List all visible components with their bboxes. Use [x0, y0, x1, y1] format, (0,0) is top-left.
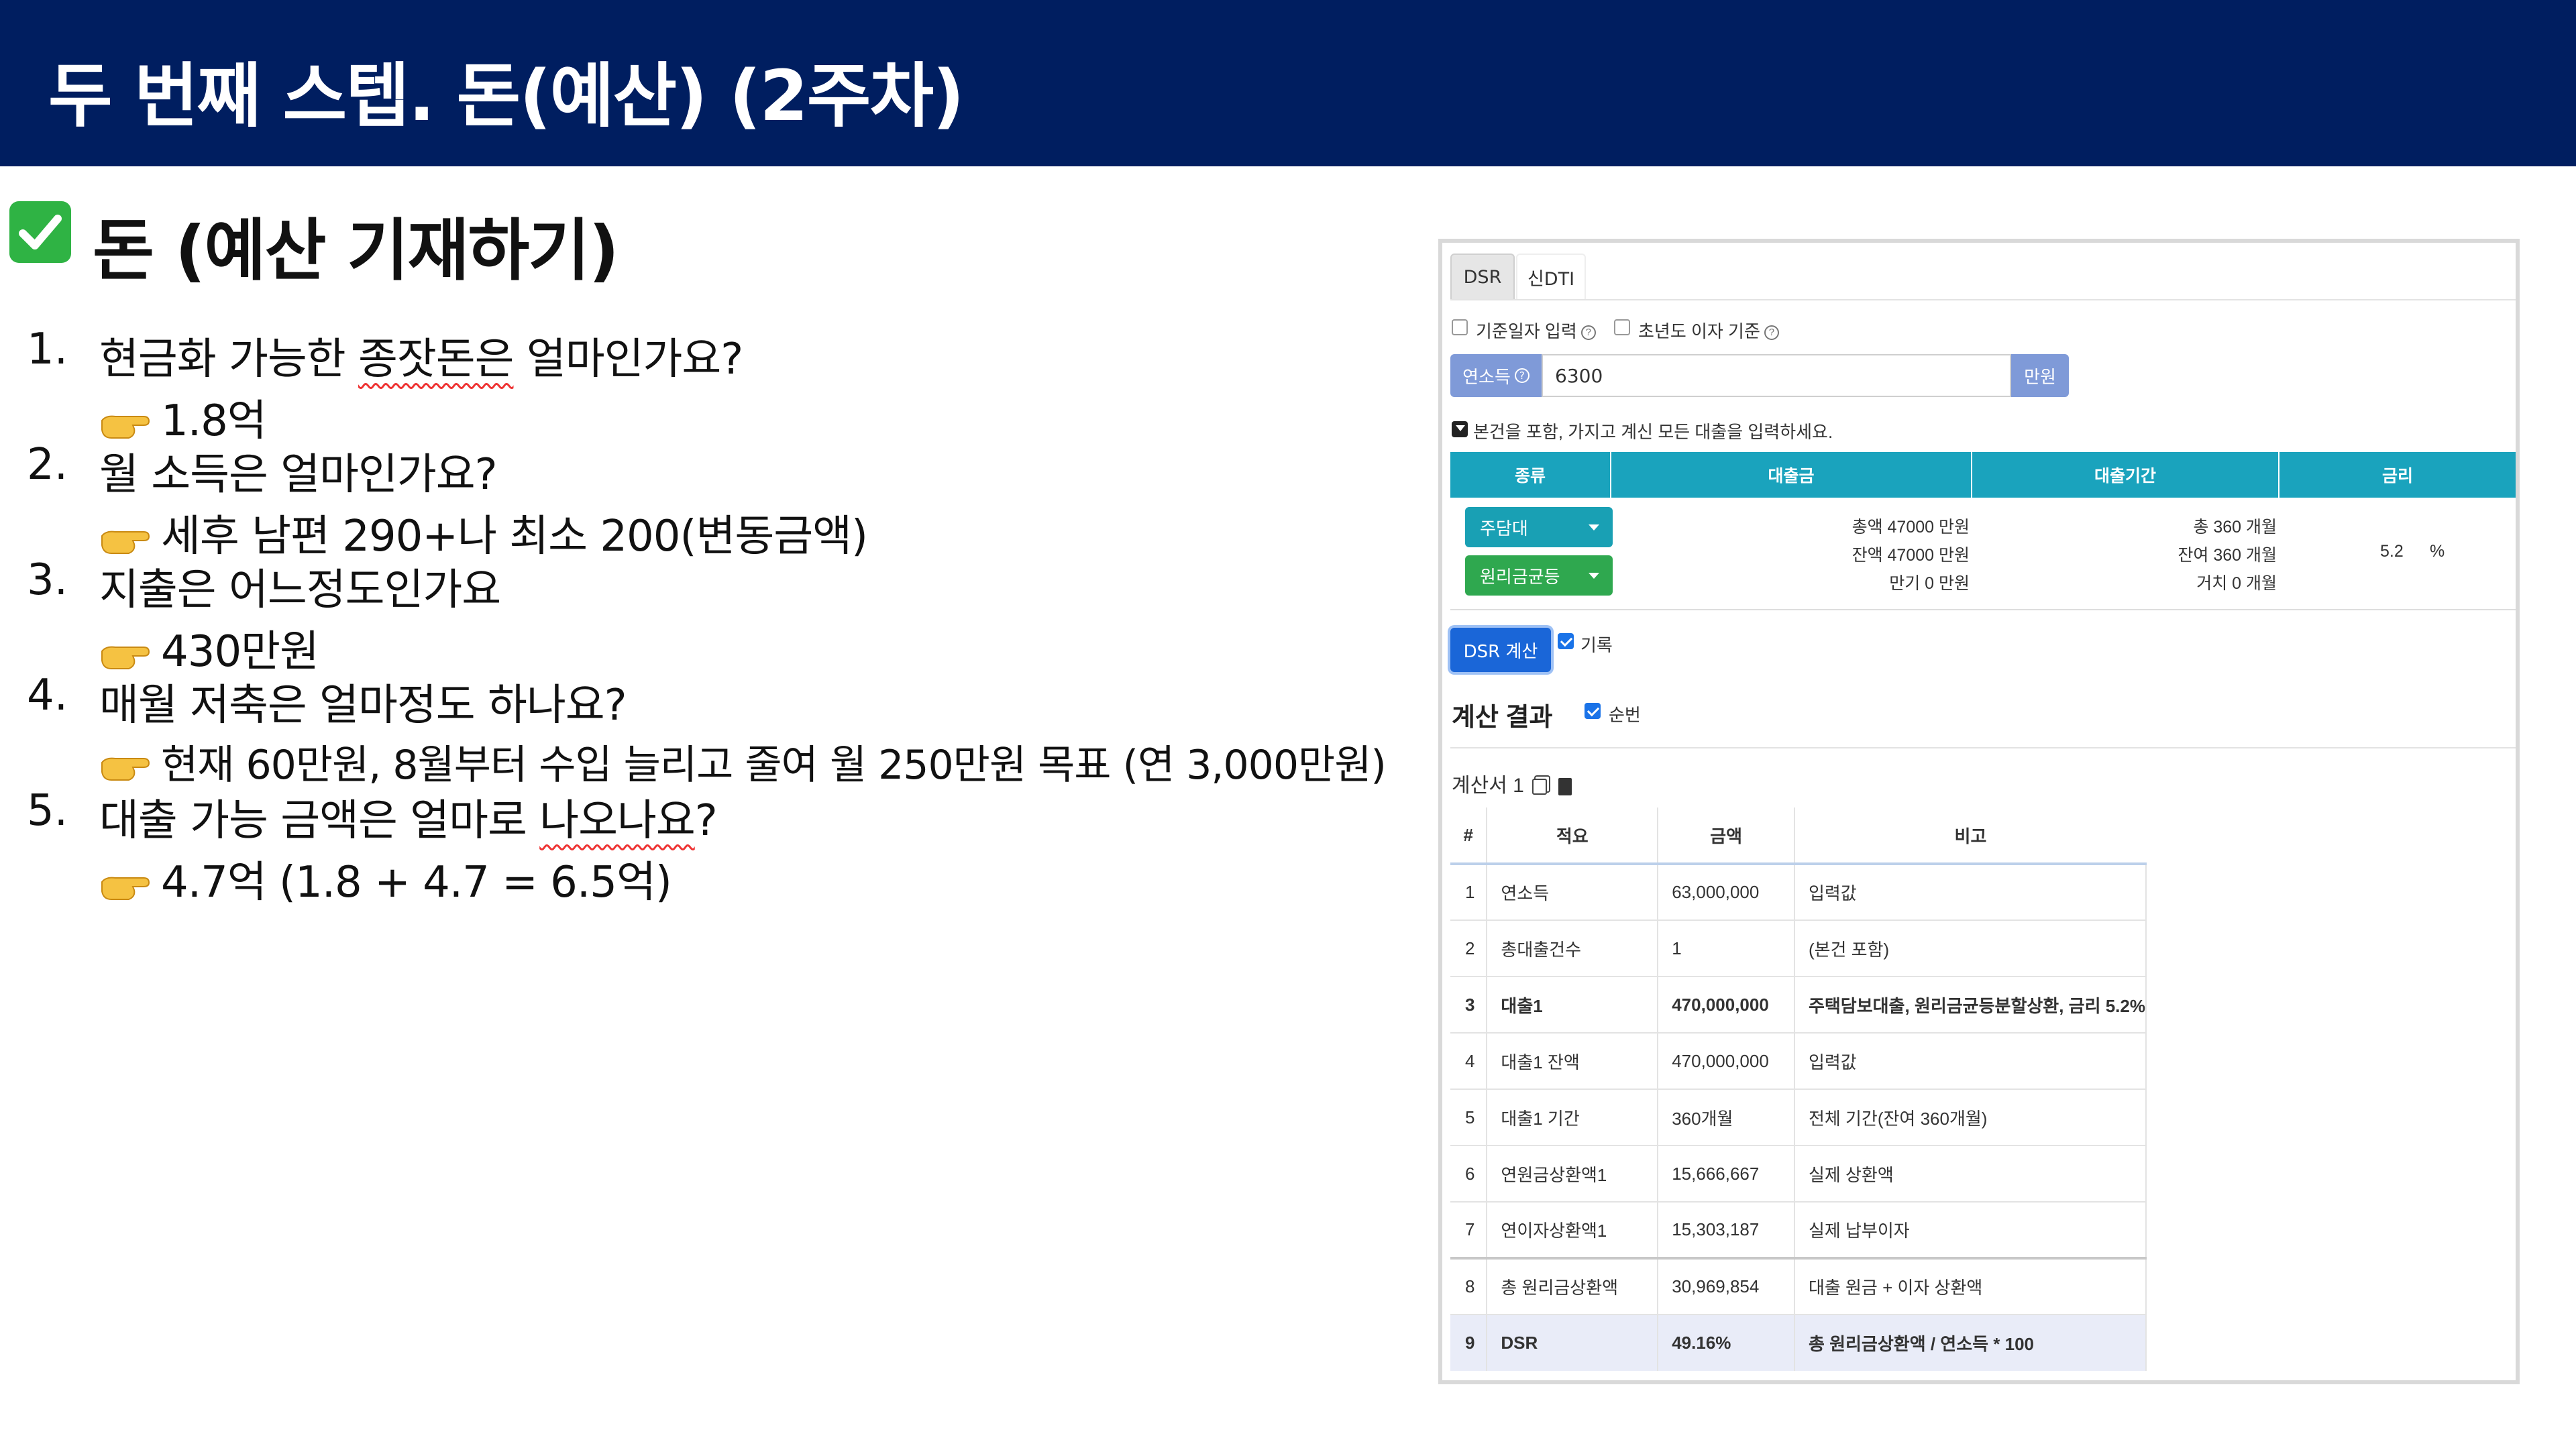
- chevron-down-icon: [1589, 524, 1599, 531]
- loan-notice: 본건을 포함, 가지고 계신 모든 대출을 입력하세요.: [1473, 422, 1833, 442]
- sheet-label: 계산서 1: [1452, 769, 1572, 798]
- result-col-amount: 금액: [1658, 807, 1795, 865]
- table-row: 5 대출1 기간 360개월 전체 기간(잔여 360개월): [1450, 1089, 2147, 1146]
- pointing-hand-icon: [99, 517, 150, 555]
- first-year-interest-label: 초년도 이자 기준?: [1638, 318, 1779, 343]
- spellcheck-underline: 나오나요: [539, 796, 696, 846]
- order-label: 순번: [1609, 705, 1641, 725]
- first-year-interest-checkbox[interactable]: [1614, 319, 1630, 335]
- answer-row: 1.8억: [99, 386, 267, 448]
- order-checkbox[interactable]: [1585, 703, 1601, 719]
- loan-col-period: 대출기간: [1972, 452, 2279, 498]
- amount-total[interactable]: 총액 47000 만원: [1852, 514, 1970, 538]
- question-text: 매월 저축은 얼마정도 하나요?: [99, 681, 627, 730]
- base-date-checkbox[interactable]: [1452, 319, 1468, 335]
- question-number: 4.: [27, 671, 68, 720]
- chevron-down-icon: [1589, 573, 1599, 579]
- amount-maturity[interactable]: 만기 0 만원: [1889, 570, 1970, 594]
- answer-row: 세후 남편 290+나 최소 200(변동금액): [99, 502, 868, 563]
- page-title: 두 번째 스텝. 돈(예산) (2주차): [48, 55, 965, 137]
- tab-divider: [1450, 299, 2516, 300]
- loan-col-type: 종류: [1450, 452, 1611, 498]
- income-input[interactable]: 6300: [1542, 354, 2011, 397]
- result-col-num: #: [1450, 807, 1488, 865]
- amount-remain[interactable]: 잔액 47000 만원: [1852, 542, 1970, 566]
- document-icon[interactable]: [1558, 778, 1572, 796]
- tab-dsr[interactable]: DSR: [1450, 254, 1515, 299]
- question-number: 3.: [27, 555, 68, 605]
- loan-col-rate: 금리: [2279, 452, 2516, 498]
- table-row: 7 연이자상환액1 15,303,187 실제 납부이자: [1450, 1201, 2147, 1258]
- question-text: 월 소득은 얼마인가요?: [99, 450, 498, 500]
- record-label: 기록: [1580, 635, 1613, 655]
- answer-row: 4.7억 (1.8 + 4.7 = 6.5억): [99, 848, 672, 909]
- question-text: 대출 가능 금액은 얼마로 나오나요?: [99, 796, 718, 846]
- result-col-note: 비고: [1794, 807, 2146, 865]
- table-row: 2 총대출건수 1 (본건 포함): [1450, 919, 2147, 977]
- question-number: 5.: [27, 786, 68, 836]
- result-title: 계산 결과: [1452, 704, 1553, 732]
- table-row: 1 연소득 63,000,000 입력값: [1450, 863, 2147, 920]
- help-icon: ?: [1764, 325, 1779, 341]
- income-label: 연소득?: [1450, 354, 1542, 397]
- answer-row: 현재 60만원, 8월부터 수입 늘리고 줄여 월 250만원 목표 (연 3,…: [99, 732, 1387, 791]
- loan-type-dropdown[interactable]: 주담대: [1465, 507, 1613, 547]
- base-date-label: 기준일자 입력?: [1476, 318, 1596, 343]
- question-number: 1.: [27, 325, 68, 374]
- spellcheck-underline: 종잣돈은: [358, 335, 515, 384]
- question-number: 2.: [27, 440, 68, 490]
- question-text: 지출은 어느정도인가요: [99, 565, 501, 615]
- help-icon: ?: [1580, 325, 1596, 341]
- result-divider: [1450, 747, 2516, 748]
- question-text: 현금화 가능한 종잣돈은 얼마인가요?: [99, 335, 743, 384]
- table-row-dsr: 9 DSR 49.16% 총 원리금상환액 / 연소득 * 100: [1450, 1314, 2147, 1371]
- header-banner: 두 번째 스텝. 돈(예산) (2주차): [0, 0, 2576, 166]
- help-icon: ?: [1514, 368, 1529, 383]
- repayment-dropdown[interactable]: 원리금균등: [1465, 555, 1613, 596]
- period-grace[interactable]: 거치 0 개월: [2196, 570, 2277, 594]
- loan-row: 주담대 원리금균등 총액 47000 만원 잔액 47000 만원 만기 0 만…: [1450, 498, 2516, 610]
- record-checkbox[interactable]: [1558, 633, 1574, 649]
- rate-unit: %: [2430, 542, 2445, 561]
- dsr-calculator-screenshot: DSR 신DTI 기준일자 입력? 초년도 이자 기준? 연소득? 6300 만…: [1438, 239, 2520, 1384]
- answer-row: 430만원: [99, 617, 319, 679]
- result-col-desc: 적요: [1487, 807, 1659, 865]
- check-mark-icon: [9, 201, 71, 263]
- notice-toggle-icon[interactable]: [1452, 421, 1468, 437]
- section-title: 돈 (예산 기재하기): [93, 211, 619, 290]
- loan-col-amount: 대출금: [1611, 452, 1972, 498]
- dsr-calculate-button[interactable]: DSR 계산: [1450, 628, 1551, 672]
- rate-input[interactable]: 5.2: [2380, 542, 2404, 561]
- income-unit: 만원: [2011, 354, 2069, 397]
- copy-icon[interactable]: [1532, 779, 1548, 795]
- tab-new-dti[interactable]: 신DTI: [1516, 254, 1586, 299]
- pointing-hand-icon: [99, 632, 150, 670]
- table-row: 6 연원금상환액1 15,666,667 실제 상환액: [1450, 1145, 2147, 1202]
- pointing-hand-icon: [99, 863, 150, 901]
- pointing-hand-icon: [99, 402, 150, 439]
- pointing-hand-icon: [99, 746, 150, 781]
- result-table: # 적요 금액 비고 1 연소득 63,000,000 입력값 2 총대출건수 1 (본건 …: [1450, 807, 2147, 1371]
- period-remain[interactable]: 잔여 360 개월: [2178, 542, 2277, 566]
- table-row: 3 대출1 470,000,000 주택담보대출, 원리금균등분할상환, 금리 5.2…: [1450, 976, 2147, 1033]
- table-row: 8총 원리금상환액 30,969,854 대출 원금 + 이자 상환액: [1450, 1257, 2147, 1315]
- period-total[interactable]: 총 360 개월: [2193, 514, 2277, 538]
- table-row: 4 대출1 잔액 470,000,000 입력값: [1450, 1032, 2147, 1089]
